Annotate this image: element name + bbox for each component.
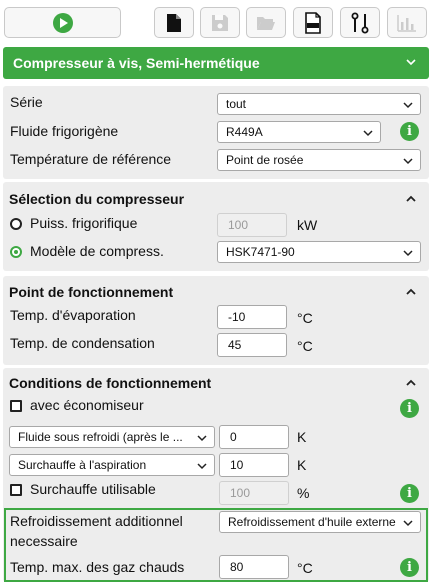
save-icon bbox=[212, 14, 228, 31]
ref-temp-value: Point de rosée bbox=[226, 153, 304, 167]
capacity-radio[interactable] bbox=[10, 218, 22, 230]
model-select[interactable]: HSK7471-90 bbox=[217, 241, 421, 263]
compressor-type-header[interactable]: Compresseur à vis, Semi-hermétique bbox=[3, 47, 429, 79]
operating-point-title: Point de fonctionnement bbox=[9, 284, 174, 300]
evap-temp-unit: °C bbox=[297, 310, 313, 326]
capacity-value: 100 bbox=[228, 218, 249, 232]
capacity-input[interactable]: 100 bbox=[217, 213, 287, 237]
pdf-button[interactable] bbox=[293, 7, 333, 38]
max-discharge-input[interactable]: 80 bbox=[219, 555, 289, 579]
cond-temp-label: Temp. de condensation bbox=[10, 335, 155, 351]
new-document-icon bbox=[167, 13, 181, 32]
model-label: Modèle de compress. bbox=[30, 243, 164, 259]
max-discharge-label: Temp. max. des gaz chauds bbox=[10, 559, 185, 575]
evap-temp-label: Temp. d'évaporation bbox=[10, 307, 136, 323]
chart-button[interactable] bbox=[387, 7, 427, 38]
series-select[interactable]: tout bbox=[217, 93, 421, 115]
additional-cooling-label-line1: Refroidissement additionnel bbox=[10, 513, 183, 529]
chevron-down-icon bbox=[403, 158, 413, 165]
chevron-down-icon bbox=[403, 102, 413, 109]
refrigerant-info-icon[interactable]: i bbox=[400, 122, 419, 141]
chevron-up-icon[interactable] bbox=[405, 193, 417, 205]
subcool-value: 0 bbox=[230, 430, 237, 444]
subcool-select[interactable]: Fluide sous refroidi (après le ... bbox=[9, 426, 215, 448]
capacity-label: Puiss. frigorifique bbox=[30, 215, 138, 231]
conditions-title: Conditions de fonctionnement bbox=[9, 375, 212, 391]
useful-superheat-value: 100 bbox=[230, 486, 251, 500]
cond-temp-value: 45 bbox=[228, 338, 242, 352]
model-radio[interactable] bbox=[10, 246, 22, 258]
selection-title: Sélection du compresseur bbox=[9, 191, 185, 207]
subcool-unit: K bbox=[297, 429, 307, 445]
capacity-unit: kW bbox=[297, 217, 318, 233]
useful-superheat-checkbox[interactable] bbox=[10, 484, 22, 496]
compressor-type-label: Compresseur à vis, Semi-hermétique bbox=[13, 55, 260, 71]
play-icon bbox=[52, 12, 73, 33]
additional-cooling-value: Refroidissement d'huile externe bbox=[228, 515, 396, 529]
superheat-unit: K bbox=[297, 457, 307, 473]
chevron-down-icon bbox=[403, 520, 413, 527]
ref-temp-label: Température de référence bbox=[10, 151, 172, 167]
pdf-icon bbox=[305, 11, 321, 34]
save-button[interactable] bbox=[200, 7, 240, 38]
calculate-button[interactable] bbox=[4, 7, 121, 38]
chevron-down-icon bbox=[403, 250, 413, 257]
series-value: tout bbox=[226, 97, 247, 111]
model-value: HSK7471-90 bbox=[226, 245, 295, 259]
max-discharge-unit: °C bbox=[297, 560, 313, 576]
superheat-value: 10 bbox=[230, 458, 244, 472]
economizer-label: avec économiseur bbox=[30, 397, 144, 413]
compare-button[interactable] bbox=[340, 7, 380, 38]
evap-temp-value: -10 bbox=[228, 310, 246, 324]
superheat-select-value: Surchauffe à l'aspiration bbox=[18, 458, 147, 472]
open-folder-icon bbox=[257, 16, 275, 30]
compare-icon bbox=[351, 12, 369, 33]
superheat-input[interactable]: 10 bbox=[219, 453, 289, 477]
useful-superheat-info-icon[interactable]: i bbox=[400, 484, 419, 503]
cond-temp-unit: °C bbox=[297, 338, 313, 354]
useful-superheat-input[interactable]: 100 bbox=[219, 481, 289, 505]
economizer-checkbox[interactable] bbox=[10, 400, 22, 412]
series-label: Série bbox=[10, 94, 43, 110]
chevron-down-icon bbox=[363, 130, 373, 137]
subcool-select-value: Fluide sous refroidi (après le ... bbox=[18, 430, 183, 444]
superheat-select[interactable]: Surchauffe à l'aspiration bbox=[9, 454, 215, 476]
chevron-down-icon bbox=[406, 59, 416, 66]
new-document-button[interactable] bbox=[154, 7, 194, 38]
evap-temp-input[interactable]: -10 bbox=[217, 305, 287, 329]
chevron-down-icon bbox=[197, 435, 207, 442]
bar-chart-icon bbox=[397, 14, 416, 32]
chevron-down-icon bbox=[197, 463, 207, 470]
chevron-up-icon[interactable] bbox=[405, 377, 417, 389]
useful-superheat-label: Surchauffe utilisable bbox=[30, 481, 156, 497]
max-discharge-info-icon[interactable]: i bbox=[400, 558, 419, 577]
additional-cooling-select[interactable]: Refroidissement d'huile externe bbox=[219, 511, 421, 533]
cond-temp-input[interactable]: 45 bbox=[217, 333, 287, 357]
refrigerant-value: R449A bbox=[226, 125, 263, 139]
additional-cooling-label-line2: necessaire bbox=[10, 533, 78, 549]
economizer-info-icon[interactable]: i bbox=[400, 399, 419, 418]
max-discharge-value: 80 bbox=[230, 560, 244, 574]
useful-superheat-unit: % bbox=[297, 485, 310, 501]
open-button[interactable] bbox=[246, 7, 286, 38]
subcool-input[interactable]: 0 bbox=[219, 425, 289, 449]
refrigerant-label: Fluide frigorigène bbox=[10, 123, 119, 139]
ref-temp-select[interactable]: Point de rosée bbox=[217, 149, 421, 171]
refrigerant-select[interactable]: R449A bbox=[217, 121, 381, 143]
chevron-up-icon[interactable] bbox=[405, 286, 417, 298]
